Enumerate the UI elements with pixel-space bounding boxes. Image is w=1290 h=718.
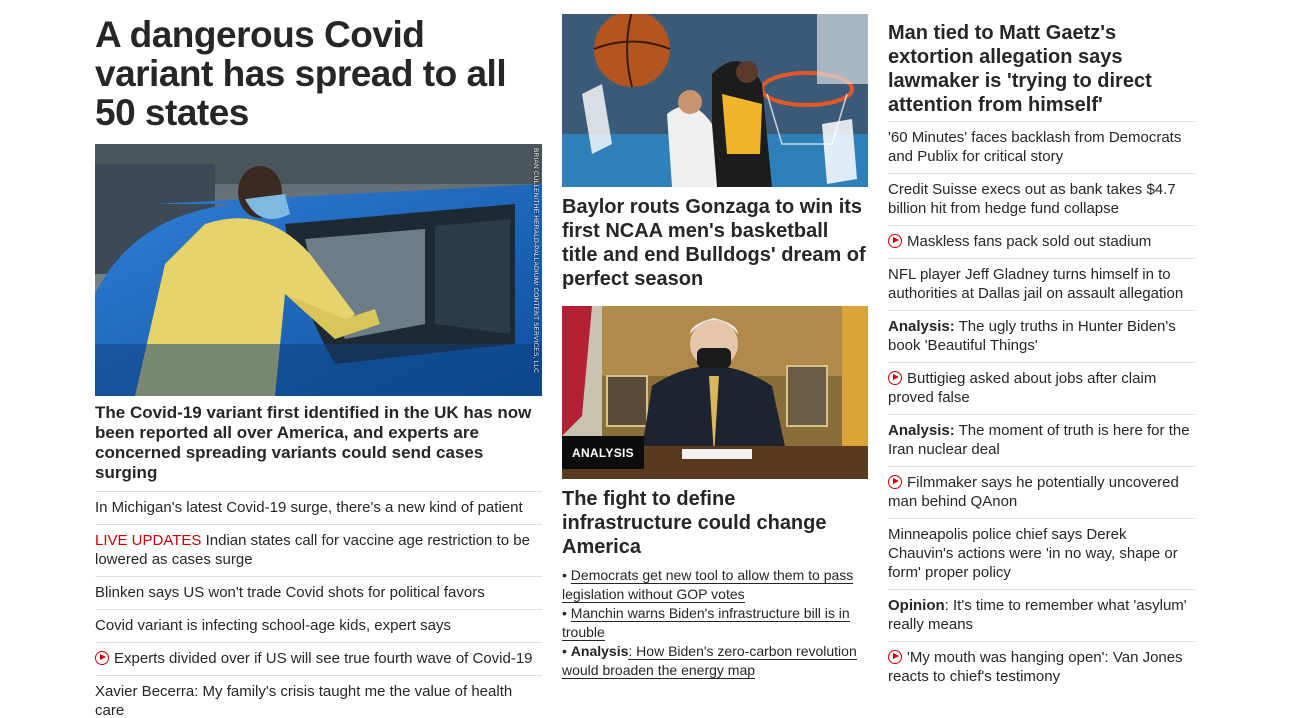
story-headline-link[interactable]: Baylor routs Gonzaga to win its first NC… [562, 195, 868, 291]
list-item[interactable]: Analysis: The ugly truths in Hunter Bide… [888, 311, 1195, 363]
covid-testing-photo [95, 144, 542, 396]
play-icon [888, 650, 902, 664]
lead-story-column: A dangerous Covid variant has spread to … [95, 14, 542, 718]
list-item-text: Xavier Becerra: My family's crisis taugh… [95, 683, 513, 718]
play-icon [888, 475, 902, 489]
play-icon [95, 651, 109, 665]
list-item[interactable]: Buttigieg asked about jobs after claim p… [888, 363, 1195, 415]
list-item-text: NFL player Jeff Gladney turns himself in… [888, 266, 1184, 302]
list-item[interactable]: Blinken says US won't trade Covid shots … [95, 577, 542, 610]
list-item[interactable]: Opinion: It's time to remember what 'asy… [888, 590, 1195, 642]
right-headline: Man tied to Matt Gaetz's extortion alleg… [888, 21, 1195, 122]
photo-credit: BRIAN CULLEN/THE HERALD-PALLADIUM/ CONTE… [532, 148, 539, 374]
list-item-text: Covid variant is infecting school-age ki… [95, 617, 452, 634]
lead-description: The Covid-19 variant first identified in… [95, 403, 542, 492]
list-item[interactable]: Maskless fans pack sold out stadium [888, 226, 1195, 259]
live-updates-label: LIVE UPDATES [95, 532, 202, 549]
basketball-game-photo [562, 14, 868, 187]
list-item[interactable]: In Michigan's latest Covid-19 surge, the… [95, 492, 542, 525]
analysis-badge: ANALYSIS [562, 436, 644, 469]
list-item-text: '60 Minutes' faces backlash from Democra… [888, 129, 1182, 165]
list-item[interactable]: '60 Minutes' faces backlash from Democra… [888, 122, 1195, 174]
story-headline: Baylor routs Gonzaga to win its first NC… [562, 196, 866, 290]
kicker-label: Analysis: [888, 318, 955, 335]
kicker-label: Opinion [888, 597, 945, 614]
basketball-photo[interactable] [562, 14, 868, 187]
biden-photo[interactable]: ANALYSIS [562, 306, 868, 479]
list-item[interactable]: LIVE UPDATES Indian states call for vacc… [95, 525, 542, 577]
list-item[interactable]: Minneapolis police chief says Derek Chau… [888, 519, 1195, 590]
lead-headline-link[interactable]: A dangerous Covid variant has spread to … [95, 15, 542, 132]
related-link[interactable]: • Analysis: How Biden's zero-carbon revo… [562, 642, 868, 680]
lead-description-link[interactable]: The Covid-19 variant first identified in… [95, 403, 542, 492]
list-item[interactable]: Credit Suisse execs out as bank takes $4… [888, 174, 1195, 226]
list-item-text: In Michigan's latest Covid-19 surge, the… [95, 499, 523, 516]
play-icon [888, 371, 902, 385]
list-item-text: Credit Suisse execs out as bank takes $4… [888, 181, 1176, 217]
related-link[interactable]: • Democrats get new tool to allow them t… [562, 566, 868, 604]
related-link-text: Democrats get new tool to allow them to … [562, 567, 854, 603]
lead-photo[interactable]: BRIAN CULLEN/THE HERALD-PALLADIUM/ CONTE… [95, 144, 542, 396]
related-link[interactable]: • Manchin warns Biden's infrastructure b… [562, 604, 868, 642]
list-item[interactable]: Filmmaker says he potentially uncovered … [888, 467, 1195, 519]
list-item[interactable]: 'My mouth was hanging open': Van Jones r… [888, 642, 1195, 693]
list-item[interactable]: Experts divided over if US will see true… [95, 643, 542, 676]
list-item-text: Minneapolis police chief says Derek Chau… [888, 526, 1178, 581]
list-item[interactable]: Covid variant is infecting school-age ki… [95, 610, 542, 643]
related-link-kicker: Analysis [570, 643, 629, 659]
list-item-text: Experts divided over if US will see true… [114, 650, 533, 667]
list-item-text: Buttigieg asked about jobs after claim p… [888, 370, 1157, 406]
story-headline: The fight to define infrastructure could… [562, 488, 827, 558]
bullet: • [562, 643, 567, 659]
bullet: • [562, 605, 567, 621]
list-item-text: Maskless fans pack sold out stadium [907, 233, 1152, 250]
play-icon [888, 234, 902, 248]
list-item[interactable]: Analysis: The moment of truth is here fo… [888, 415, 1195, 467]
related-link-text: Manchin warns Biden's infrastructure bil… [562, 605, 850, 641]
story-headline-link[interactable]: The fight to define infrastructure could… [562, 487, 868, 559]
middle-column: Baylor routs Gonzaga to win its first NC… [562, 14, 868, 680]
related-links: • Democrats get new tool to allow them t… [562, 566, 868, 680]
list-item[interactable]: Xavier Becerra: My family's crisis taugh… [95, 676, 542, 718]
right-column: Man tied to Matt Gaetz's extortion alleg… [888, 14, 1195, 693]
lead-headline: A dangerous Covid variant has spread to … [95, 14, 507, 133]
list-item-text: 'My mouth was hanging open': Van Jones r… [888, 649, 1183, 685]
kicker-label: Analysis: [888, 422, 955, 439]
right-headline-link[interactable]: Man tied to Matt Gaetz's extortion alleg… [888, 21, 1195, 122]
list-item[interactable]: NFL player Jeff Gladney turns himself in… [888, 259, 1195, 311]
bullet: • [562, 567, 567, 583]
list-item-text: Filmmaker says he potentially uncovered … [888, 474, 1179, 510]
list-item-text: Blinken says US won't trade Covid shots … [95, 584, 485, 601]
